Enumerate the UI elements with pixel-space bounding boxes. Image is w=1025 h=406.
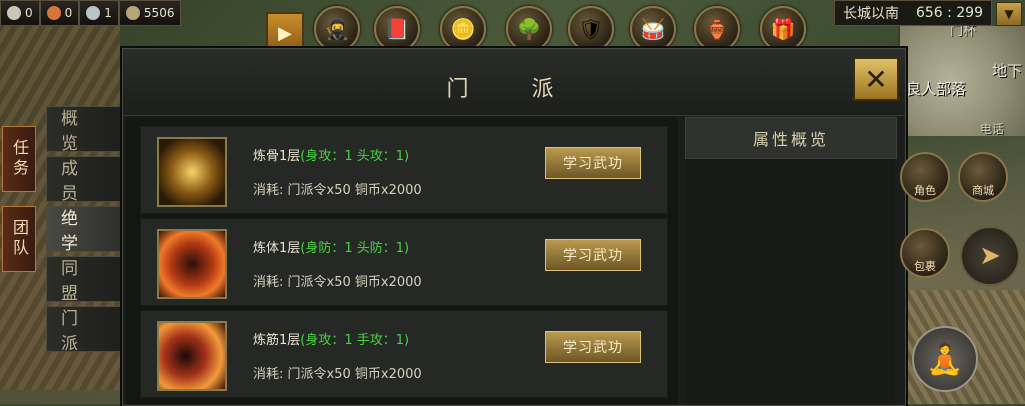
skill-row: 炼筋1层(身攻：1 手攻：1) 消耗: 门派令x50 铜币x2000 学习武功 [140,310,668,398]
dialog-title: 门 派 [446,77,582,102]
resource-value: 5506 [143,6,175,20]
resource-coin: 0 [39,0,80,26]
skill-cost: 消耗: 门派令x50 铜币x2000 [253,183,422,198]
side-tab-overview[interactable]: 概览 [46,106,122,154]
resource-gem: 1 [79,0,119,26]
learn-skill-button[interactable]: 学习武功 [545,147,641,179]
resource-value: 0 [25,6,33,20]
inventory-label: 包裹 [914,260,936,273]
fist-icon [157,137,227,207]
drum-icon[interactable]: 🥁 [630,6,676,52]
skill-attributes: (身防：1 头防：1) [300,241,410,256]
gold-ingot-icon[interactable]: 🪙 [440,6,486,52]
resource-bar: 0 0 1 5506 [0,0,182,26]
skill-list: 炼骨1层(身攻：1 头攻：1) 消耗: 门派令x50 铜币x2000 学习武功 … [126,118,678,404]
meditate-icon[interactable]: 🧘 [912,326,978,392]
warrior-icon[interactable]: 🥷 [314,6,360,52]
coin-icon [46,6,61,20]
inventory-button[interactable]: 包裹 [900,228,950,278]
side-tab-alliance[interactable]: 同盟 [46,256,122,304]
treasure-bowl-icon[interactable]: 🏺 [694,6,740,52]
attribute-overview-panel [685,159,895,405]
close-icon: ✕ [864,62,888,96]
silver-ingot-icon [7,6,21,20]
resource-value: 0 [64,6,73,20]
arm-icon [157,321,227,391]
tab-team[interactable]: 团队 [2,206,36,272]
skill-cost: 消耗: 门派令x50 铜币x2000 [253,367,422,382]
skill-title: 炼筋1层 [253,333,301,348]
minimap[interactable]: 地下 良人部落 门杯 电话 [898,24,1025,136]
resource-gold: 5506 [118,0,182,26]
resource-value: 1 [104,6,112,20]
side-tab-skills[interactable]: 绝学 [46,206,122,254]
location-dropdown-button[interactable]: ▼ [996,2,1022,26]
map-label: 良人部落 [906,80,967,98]
character-label: 角色 [914,184,936,197]
location-name: 长城以南 [843,6,899,22]
map-label: 地下 [992,62,1023,80]
resource-silver: 0 [0,0,40,26]
skill-name: 炼骨1层(身攻：1 头攻：1) [253,145,409,164]
gift-box-icon[interactable]: 🎁 [760,6,806,52]
skill-title: 炼体1层 [253,241,301,256]
side-tab-sect[interactable]: 门派 [46,306,122,354]
red-book-icon[interactable]: 📕 [374,6,420,52]
money-tree-icon[interactable]: 🌳 [506,6,552,52]
location-display: 长城以南 656 : 299 [834,0,992,26]
skill-title: 炼骨1层 [253,149,301,164]
shield-icon[interactable]: 🛡 [568,6,614,52]
shop-button[interactable]: 商城 [958,152,1008,202]
body-icon [157,229,227,299]
character-button[interactable]: 角色 [900,152,950,202]
skill-cost: 消耗: 门派令x50 铜币x2000 [253,275,422,290]
gold-pile-icon [125,6,140,20]
learn-skill-button[interactable]: 学习武功 [545,331,641,363]
attribute-overview-header: 属性概览 [685,117,897,159]
skill-row: 炼骨1层(身攻：1 头攻：1) 消耗: 门派令x50 铜币x2000 学习武功 [140,126,668,214]
shop-label: 商城 [972,184,994,197]
skill-attributes: (身攻：1 手攻：1) [300,333,410,348]
map-label: 电话 [980,122,1005,136]
gem-icon [86,6,101,20]
direction-arrow-icon[interactable]: ➤ [960,226,1020,286]
skill-row: 炼体1层(身防：1 头防：1) 消耗: 门派令x50 铜币x2000 学习武功 [140,218,668,306]
close-button[interactable]: ✕ [853,57,899,101]
skill-name: 炼体1层(身防：1 头防：1) [253,237,409,256]
side-tab-members[interactable]: 成员 [46,156,122,204]
dialog-header: 门 派 ✕ [123,49,905,116]
learn-skill-button[interactable]: 学习武功 [545,239,641,271]
skill-attributes: (身攻：1 头攻：1) [300,149,410,164]
tab-quests[interactable]: 任务 [2,126,36,192]
skill-name: 炼筋1层(身攻：1 手攻：1) [253,329,409,348]
location-coords: 656 : 299 [915,5,983,21]
